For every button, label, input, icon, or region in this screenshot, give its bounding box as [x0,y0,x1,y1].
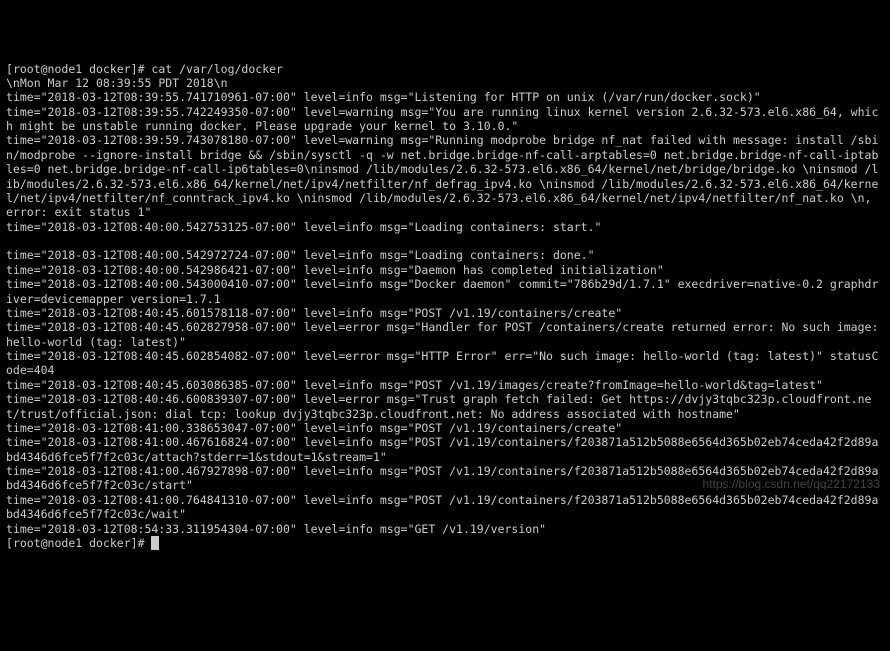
log-line: time="2018-03-12T08:54:33.311954304-07:0… [6,522,884,536]
prompt-bracket-open-2: [ [6,536,13,550]
log-line: time="2018-03-12T08:40:00.542986421-07:0… [6,263,884,277]
log-line: time="2018-03-12T08:41:00.467616824-07:0… [6,435,884,464]
blank-line [6,234,884,248]
log-line: time="2018-03-12T08:39:55.741710961-07:0… [6,90,884,104]
log-line: time="2018-03-12T08:40:00.542753125-07:0… [6,220,884,234]
log-line: time="2018-03-12T08:40:00.542972724-07:0… [6,248,884,262]
log-line: time="2018-03-12T08:40:45.602854082-07:0… [6,349,884,378]
log-line: time="2018-03-12T08:40:45.601578118-07:0… [6,306,884,320]
command-text: cat /var/log/docker [151,62,283,76]
log-line: time="2018-03-12T08:41:00.467927898-07:0… [6,464,884,493]
log-line: time="2018-03-12T08:40:00.543000410-07:0… [6,277,884,306]
log-line: time="2018-03-12T08:39:59.743078180-07:0… [6,133,884,219]
log-line: time="2018-03-12T08:39:55.742249350-07:0… [6,105,884,134]
log-line: time="2018-03-12T08:41:00.764841310-07:0… [6,493,884,522]
prompt-bracket-open: [ [6,62,13,76]
log-line: \nMon Mar 12 08:39:55 PDT 2018\n [6,76,884,90]
cursor [151,536,159,550]
log-line: time="2018-03-12T08:40:46.600839307-07:0… [6,392,884,421]
prompt-user-host: root@node1 docker [13,62,131,76]
terminal-output[interactable]: [root@node1 docker]# cat /var/log/docker… [6,62,884,551]
prompt-suffix-2: ]# [131,536,152,550]
prompt-user-host-2: root@node1 docker [13,536,131,550]
log-line: time="2018-03-12T08:41:00.338653047-07:0… [6,421,884,435]
log-line: time="2018-03-12T08:40:45.603086385-07:0… [6,378,884,392]
log-line: time="2018-03-12T08:40:45.602827958-07:0… [6,320,884,349]
prompt-suffix: ]# [131,62,152,76]
